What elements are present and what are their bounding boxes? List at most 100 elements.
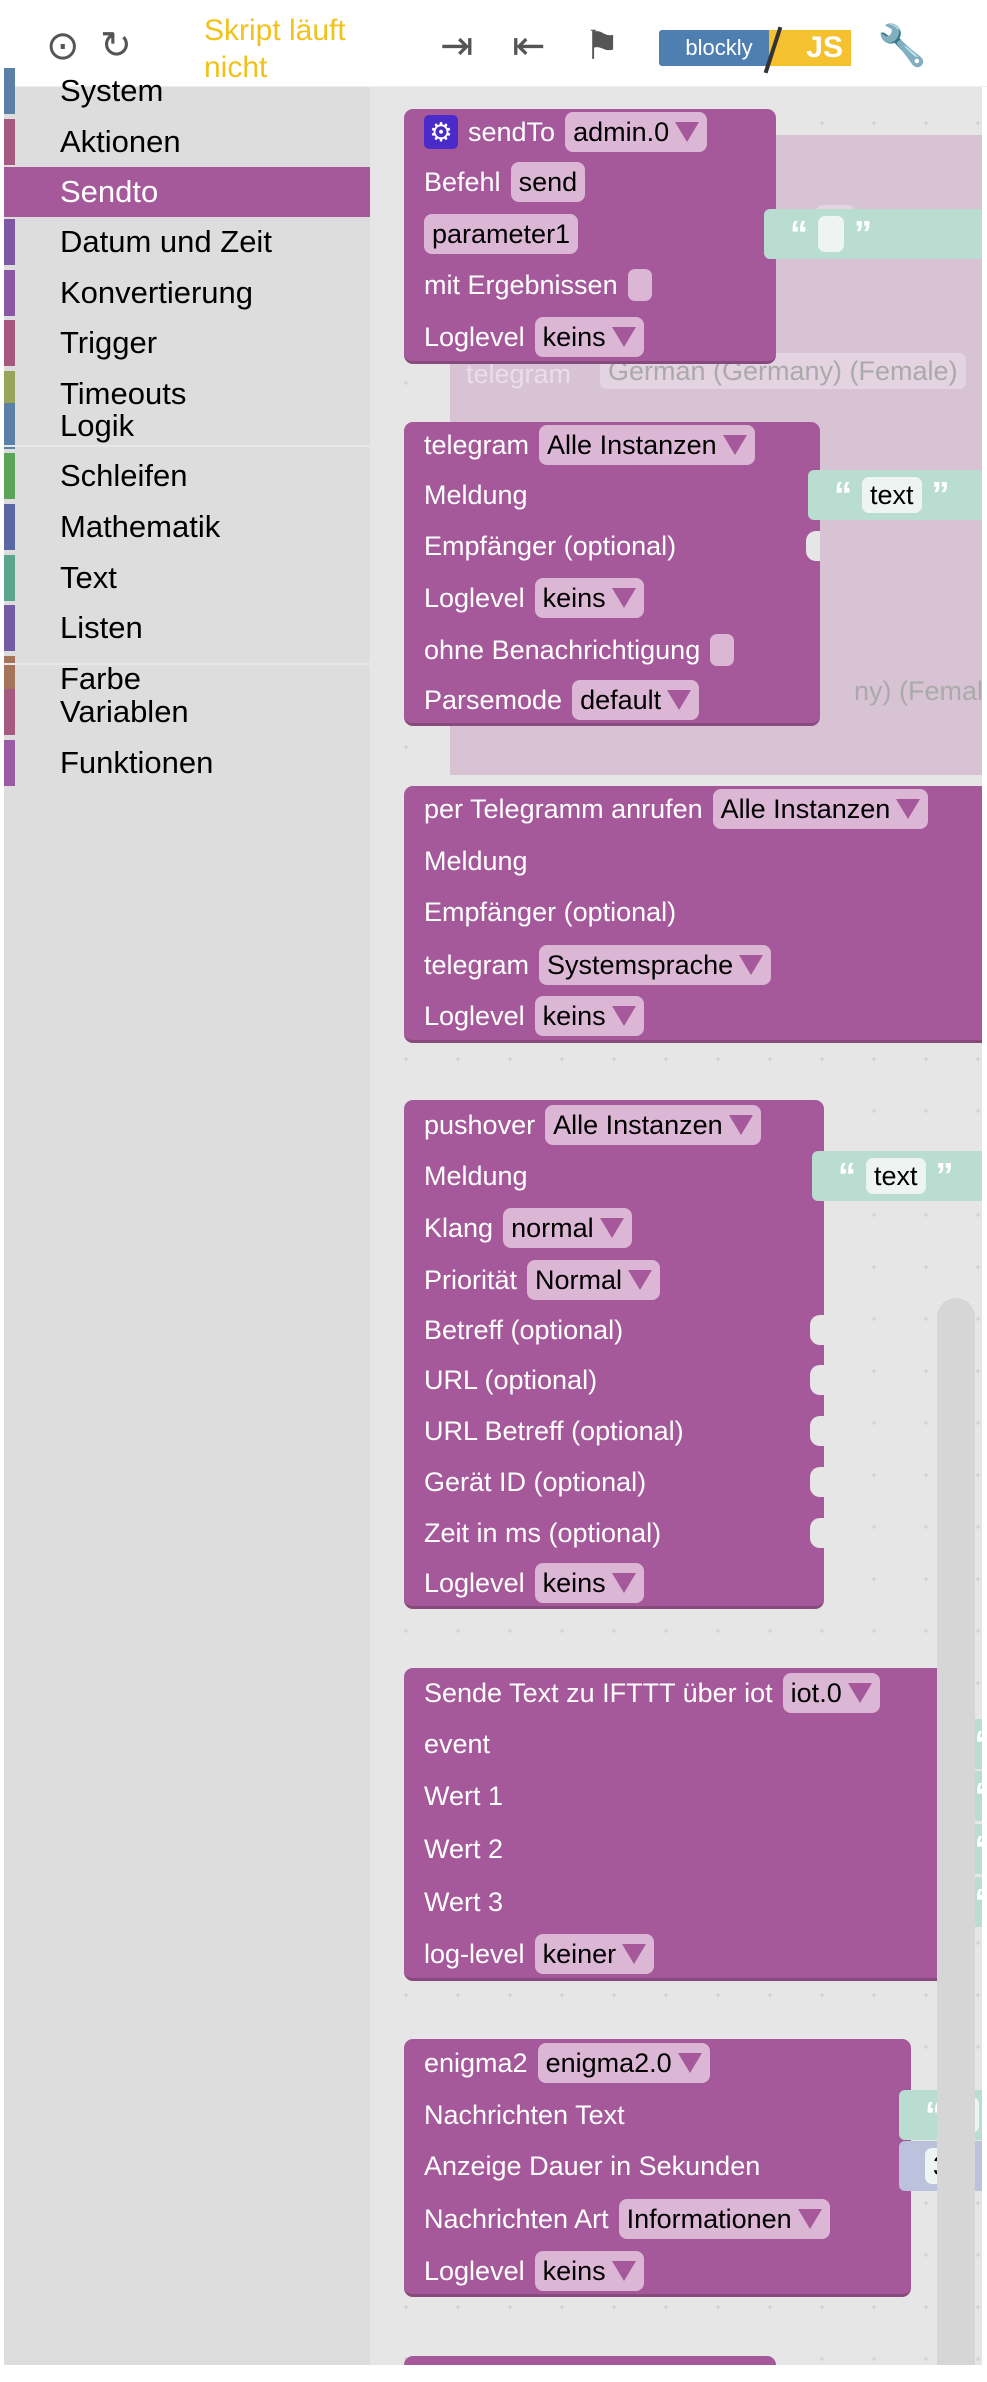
sidebar-item-label: Listen	[60, 610, 143, 645]
target-icon[interactable]: ⊙	[46, 26, 80, 66]
dropdown-value: keiner	[542, 1939, 617, 1969]
block-label: URL (optional)	[424, 1364, 598, 1395]
block-row: pushover Alle Instanzen	[424, 1103, 761, 1147]
dropdown-field[interactable]: keins	[534, 317, 644, 357]
category-color-stripe	[4, 119, 15, 165]
checkbox[interactable]	[710, 634, 735, 666]
sidebar-item-trigger[interactable]: Trigger	[4, 318, 370, 368]
dropdown-field[interactable]: default	[572, 680, 700, 720]
sidebar-item-mathematik[interactable]: Mathematik	[4, 502, 370, 552]
dropdown-arrow-icon	[611, 588, 636, 608]
sidebar-item-label: Text	[60, 560, 117, 595]
wrench-icon[interactable]: 🔧	[877, 26, 927, 66]
input-socket	[806, 531, 820, 561]
sidebar-item-system[interactable]: System	[4, 66, 370, 116]
sidebar-item-konvertierung[interactable]: Konvertierung	[4, 268, 370, 318]
dropdown-arrow-icon	[611, 1006, 636, 1026]
block-label: Meldung	[424, 1160, 528, 1191]
sidebar-item-funktionen[interactable]: Funktionen	[4, 738, 370, 788]
block-row: Gerät ID (optional)	[424, 1460, 646, 1504]
block-row: Loglevel keins	[424, 1561, 644, 1605]
enigma2-block[interactable]: enigma2 enigma2.0 Nachrichten Text Anzeige …	[404, 2039, 911, 2297]
dropdown-value: enigma2.0	[545, 2048, 672, 2078]
block-label: Anzeige Dauer in Sekunden	[424, 2150, 761, 2181]
sidebar-item-sendto[interactable]: Sendto	[4, 167, 370, 217]
dropdown-arrow-icon	[896, 799, 921, 819]
telegram-call-block[interactable]: per Telegramm anrufen Alle Instanzen Meldu…	[404, 786, 982, 1043]
dropdown-field[interactable]: Normal	[527, 1260, 661, 1300]
sendto-block[interactable]: ⚙ sendTo admin.0 Befehl send parameter1 mit Er…	[404, 109, 776, 364]
telegram-block[interactable]: telegram Alle Instanzen Meldung Empfänger (…	[404, 422, 820, 726]
checkered-flag-icon[interactable]: ⚑	[584, 26, 620, 66]
sidebar-item-logik[interactable]: Logik	[4, 401, 370, 451]
dropdown-field[interactable]: iot.0	[782, 1673, 880, 1713]
dropdown-value: Alle Instanzen	[547, 430, 717, 460]
block-label: Empfänger (optional)	[424, 896, 677, 927]
block-row: URL Betreff (optional)	[424, 1409, 684, 1453]
refresh-icon[interactable]: ↻	[100, 27, 132, 65]
input-socket	[810, 1365, 824, 1395]
dropdown-field[interactable]: keins	[534, 996, 644, 1036]
block-label: Loglevel	[424, 582, 525, 613]
import-icon[interactable]: ⇤	[512, 26, 546, 66]
block-row: telegram Alle Instanzen	[424, 423, 755, 467]
dropdown-field[interactable]: Informationen	[618, 2199, 830, 2239]
blockly-js-toggle[interactable]: blockly JS	[659, 26, 859, 74]
export-icon[interactable]: ⇥	[440, 26, 474, 66]
close-quote-icon: ”	[854, 213, 872, 254]
dropdown-value: keins	[542, 1568, 606, 1598]
block-row: mit Ergebnissen	[424, 263, 652, 307]
dropdown-field[interactable]: Alle Instanzen	[712, 789, 929, 829]
dropdown-field[interactable]: normal	[503, 1208, 632, 1248]
dropdown-field[interactable]: keiner	[534, 1934, 655, 1974]
block-label: Loglevel	[424, 1567, 525, 1598]
sidebar-item-schleifen[interactable]: Schleifen	[4, 451, 370, 501]
block-row: Loglevel keins	[424, 315, 644, 359]
block-row: telegram Systemsprache	[424, 943, 772, 987]
sidebar-item-variablen[interactable]: Variablen	[4, 687, 370, 737]
sidebar-divider	[4, 663, 370, 665]
block-label: Empfänger (optional)	[424, 530, 677, 561]
category-color-stripe	[4, 555, 15, 601]
block-label: Wert 1	[424, 1780, 504, 1811]
dropdown-field[interactable]: enigma2.0	[537, 2043, 710, 2083]
sidebar-item-text[interactable]: Text	[4, 553, 370, 603]
dropdown-value: Normal	[535, 1265, 623, 1295]
text-input-block[interactable]: “ text”	[812, 1151, 982, 1201]
dropdown-arrow-icon	[797, 2209, 822, 2229]
sidebar-item-aktionen[interactable]: Aktionen	[4, 117, 370, 167]
text-input-block[interactable]: “”	[764, 209, 982, 259]
category-color-stripe	[4, 689, 15, 735]
sidebar-item-label: System	[60, 73, 164, 108]
pushover-block[interactable]: pushover Alle Instanzen Meldung Klang normal…	[404, 1100, 824, 1609]
sidebar-item-datum-und-zeit[interactable]: Datum und Zeit	[4, 217, 370, 267]
vertical-scrollbar[interactable]	[937, 1298, 975, 2365]
partial-block[interactable]	[404, 2356, 776, 2365]
category-color-stripe	[4, 219, 15, 265]
text-field[interactable]: send	[510, 162, 586, 202]
block-row: Loglevel keins	[424, 576, 644, 620]
block-label: Wert 3	[424, 1886, 504, 1917]
block-label: Klang	[424, 1212, 494, 1243]
text-input-block[interactable]: “ text”	[808, 470, 982, 520]
dropdown-field[interactable]: admin.0	[565, 112, 708, 152]
input-value[interactable]: text	[862, 477, 922, 513]
text-field[interactable]: parameter1	[424, 214, 579, 254]
dropdown-field[interactable]: Alle Instanzen	[545, 1105, 761, 1145]
dropdown-value: iot.0	[790, 1678, 842, 1708]
input-value[interactable]: text	[866, 1158, 926, 1194]
dropdown-field[interactable]: keins	[534, 578, 644, 618]
dropdown-field[interactable]: Systemsprache	[539, 945, 772, 985]
block-label: pushover	[424, 1109, 536, 1140]
block-row: Nachrichten Art Informationen	[424, 2197, 830, 2241]
blockly-workspace[interactable]: .0 telegram German (Germany) (Female) ny…	[370, 87, 982, 2365]
ifttt-block[interactable]: Sende Text zu IFTTT über iot iot.0 event We…	[404, 1668, 953, 1981]
dropdown-field[interactable]: keins	[534, 2251, 644, 2291]
input-value[interactable]	[818, 216, 844, 252]
dropdown-field[interactable]: keins	[534, 1563, 644, 1603]
category-color-stripe	[4, 740, 15, 786]
sidebar-item-listen[interactable]: Listen	[4, 603, 370, 653]
gear-icon[interactable]: ⚙	[424, 115, 458, 149]
checkbox[interactable]	[627, 269, 652, 301]
dropdown-field[interactable]: Alle Instanzen	[539, 425, 755, 465]
